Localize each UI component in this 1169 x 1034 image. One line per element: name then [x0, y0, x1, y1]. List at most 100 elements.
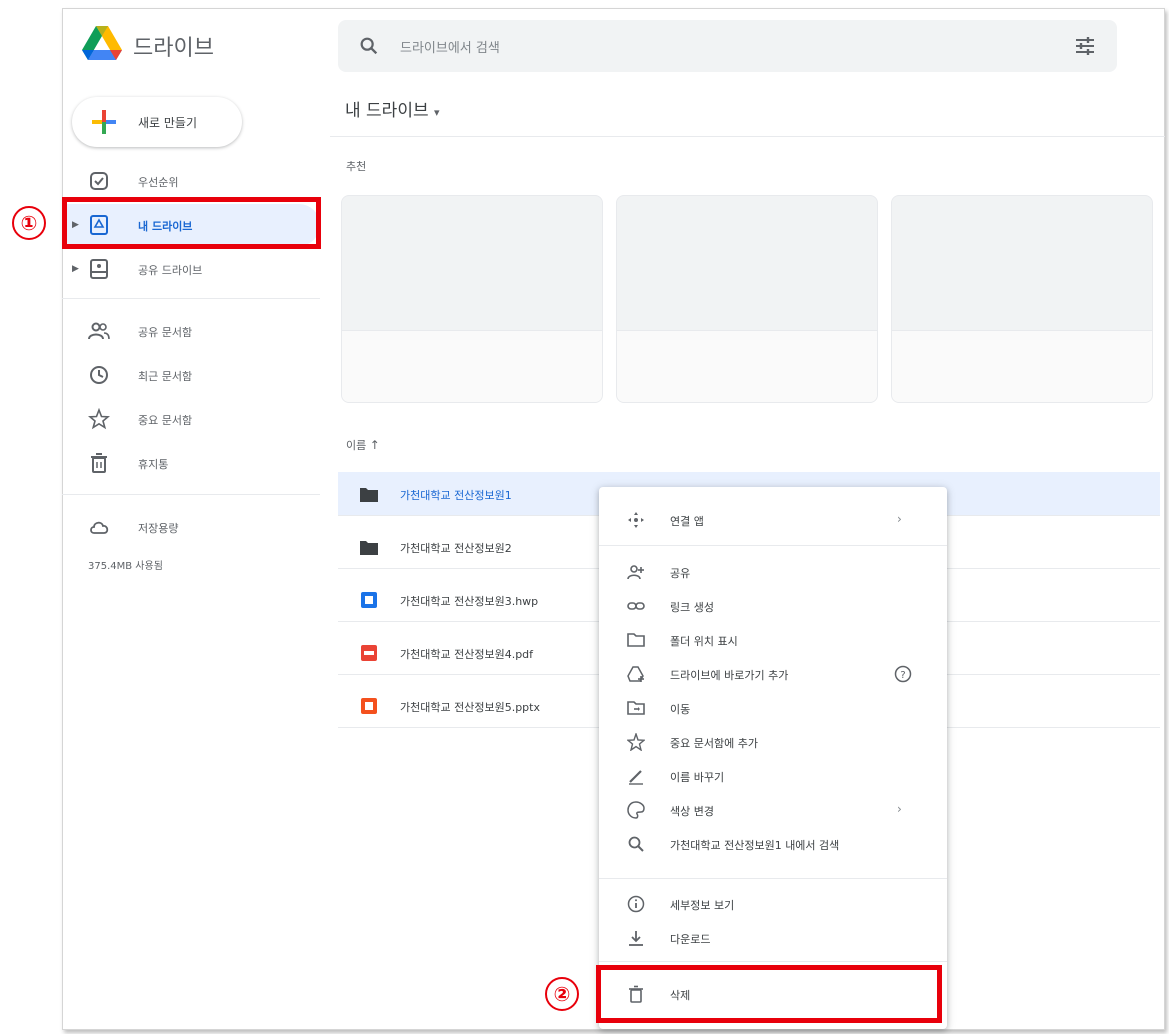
menu-divider [599, 961, 947, 962]
menu-item-details[interactable]: 세부정보 보기 [599, 887, 947, 921]
sidebar-item-storage[interactable]: 저장용량 [62, 506, 320, 548]
pdf-file-icon [361, 645, 377, 661]
sidebar-divider [62, 494, 320, 495]
sort-label: 이름 [346, 439, 367, 452]
new-button[interactable]: 새로 만들기 [72, 97, 242, 147]
plus-icon [92, 110, 116, 134]
sort-by-name[interactable]: 이름 ↑ [346, 437, 380, 453]
menu-item-label: 가천대학교 전산정보원1 내에서 검색 [670, 839, 840, 852]
file-name: 가천대학교 전산정보원4.pdf [400, 648, 534, 661]
shared-with-me-icon [88, 322, 110, 340]
menu-item-search-within[interactable]: 가천대학교 전산정보원1 내에서 검색 [599, 827, 947, 861]
menu-item-label: 색상 변경 [670, 805, 714, 818]
file-name: 가천대학교 전산정보원3.hwp [400, 595, 539, 608]
search-input[interactable]: 드라이브에서 검색 [400, 37, 500, 56]
menu-item-label: 링크 생성 [670, 601, 714, 614]
suggested-card[interactable] [341, 195, 603, 403]
shared-drive-icon [90, 259, 108, 279]
sidebar-item-label: 최근 문서함 [138, 370, 193, 383]
highlight-step2 [596, 965, 942, 1023]
search-icon[interactable] [358, 35, 380, 57]
folder-icon [360, 488, 378, 502]
sidebar-item-trash[interactable]: 휴지통 [62, 442, 320, 484]
chevron-right-icon: › [897, 512, 902, 526]
cloud-icon [90, 521, 109, 534]
search-options-icon[interactable] [1073, 34, 1097, 58]
hwp-file-icon [361, 592, 377, 608]
context-menu: 연결 앱 › 공유 링크 생성 폴더 위치 표시 드라이브에 바로가기 추가 ?… [599, 487, 947, 1029]
menu-item-label: 중요 문서함에 추가 [670, 737, 758, 750]
file-name: 가천대학교 전산정보원2 [400, 542, 512, 555]
menu-item-label: 다운로드 [670, 933, 711, 946]
sidebar-item-shared-drive[interactable]: ▶ 공유 드라이브 [62, 248, 320, 290]
breadcrumb: 내 드라이브 [345, 101, 429, 121]
sidebar-item-recent[interactable]: 최근 문서함 [62, 354, 320, 396]
new-button-label: 새로 만들기 [138, 116, 198, 130]
sidebar-item-label: 휴지통 [138, 458, 169, 471]
step-badge-2: ② [545, 977, 579, 1011]
search-icon [628, 836, 644, 852]
highlight-step1 [62, 197, 321, 249]
menu-item-label: 연결 앱 [670, 515, 704, 528]
app-title: 드라이브 [133, 36, 214, 61]
link-icon [627, 602, 645, 610]
drive-logo[interactable] [82, 26, 122, 62]
menu-item-share[interactable]: 공유 [599, 555, 947, 589]
palette-icon [627, 801, 645, 819]
star-icon [88, 408, 110, 430]
sidebar-divider [62, 298, 320, 299]
download-icon [629, 931, 643, 946]
menu-item-label: 이동 [670, 703, 691, 716]
sidebar-item-shared-with-me[interactable]: 공유 문서함 [62, 310, 320, 352]
move-icon [627, 701, 645, 715]
main-divider [330, 136, 1165, 137]
menu-item-move[interactable]: 이동 [599, 691, 947, 725]
suggested-label: 추천 [346, 160, 367, 173]
sidebar-item-label: 저장용량 [138, 522, 179, 535]
arrow-up-icon: ↑ [369, 438, 380, 452]
menu-item-label: 이름 바꾸기 [670, 771, 725, 784]
menu-item-show-location[interactable]: 폴더 위치 표시 [599, 623, 947, 657]
chevron-down-icon: ▾ [434, 106, 440, 119]
storage-usage-text: 375.4MB 사용됨 [88, 561, 163, 572]
file-name: 가천대학교 전산정보원5.pptx [400, 701, 540, 714]
rename-icon [629, 770, 643, 785]
menu-item-get-link[interactable]: 링크 생성 [599, 589, 947, 623]
menu-item-add-shortcut[interactable]: 드라이브에 바로가기 추가 ? [599, 657, 947, 691]
search-bar[interactable]: 드라이브에서 검색 [338, 20, 1117, 72]
help-icon[interactable]: ? [894, 665, 912, 683]
sidebar-item-label: 중요 문서함 [138, 414, 193, 427]
pptx-file-icon [361, 698, 377, 714]
priority-icon [90, 172, 108, 190]
star-outline-icon [627, 733, 645, 751]
step-badge-1: ① [12, 206, 46, 240]
suggested-card[interactable] [891, 195, 1153, 403]
folder-icon [360, 541, 378, 555]
menu-item-open-with[interactable]: 연결 앱 › [599, 503, 947, 537]
menu-item-label: 폴더 위치 표시 [670, 635, 738, 648]
sidebar-item-label: 공유 문서함 [138, 326, 193, 339]
chevron-right-icon: › [897, 802, 902, 816]
trash-icon [91, 453, 107, 473]
menu-item-rename[interactable]: 이름 바꾸기 [599, 759, 947, 793]
sidebar-item-starred[interactable]: 중요 문서함 [62, 398, 320, 440]
menu-item-label: 드라이브에 바로가기 추가 [670, 669, 789, 682]
svg-text:?: ? [900, 670, 905, 681]
menu-item-add-starred[interactable]: 중요 문서함에 추가 [599, 725, 947, 759]
menu-item-label: 세부정보 보기 [670, 899, 735, 912]
share-person-icon [627, 565, 644, 580]
suggested-card[interactable] [616, 195, 878, 403]
expand-caret-icon[interactable]: ▶ [72, 264, 79, 274]
sidebar-item-priority[interactable]: 우선순위 [62, 160, 320, 202]
sidebar-item-label: 공유 드라이브 [138, 264, 203, 277]
page-title[interactable]: 내 드라이브 ▾ [345, 96, 440, 121]
sidebar-item-label: 우선순위 [138, 176, 179, 189]
folder-outline-icon [627, 633, 645, 647]
menu-item-label: 공유 [670, 567, 691, 580]
file-name: 가천대학교 전산정보원1 [400, 489, 512, 502]
recent-icon [90, 366, 108, 384]
apps-icon [628, 512, 644, 528]
menu-item-change-color[interactable]: 색상 변경 › [599, 793, 947, 827]
menu-divider [599, 545, 947, 546]
menu-item-download[interactable]: 다운로드 [599, 921, 947, 955]
